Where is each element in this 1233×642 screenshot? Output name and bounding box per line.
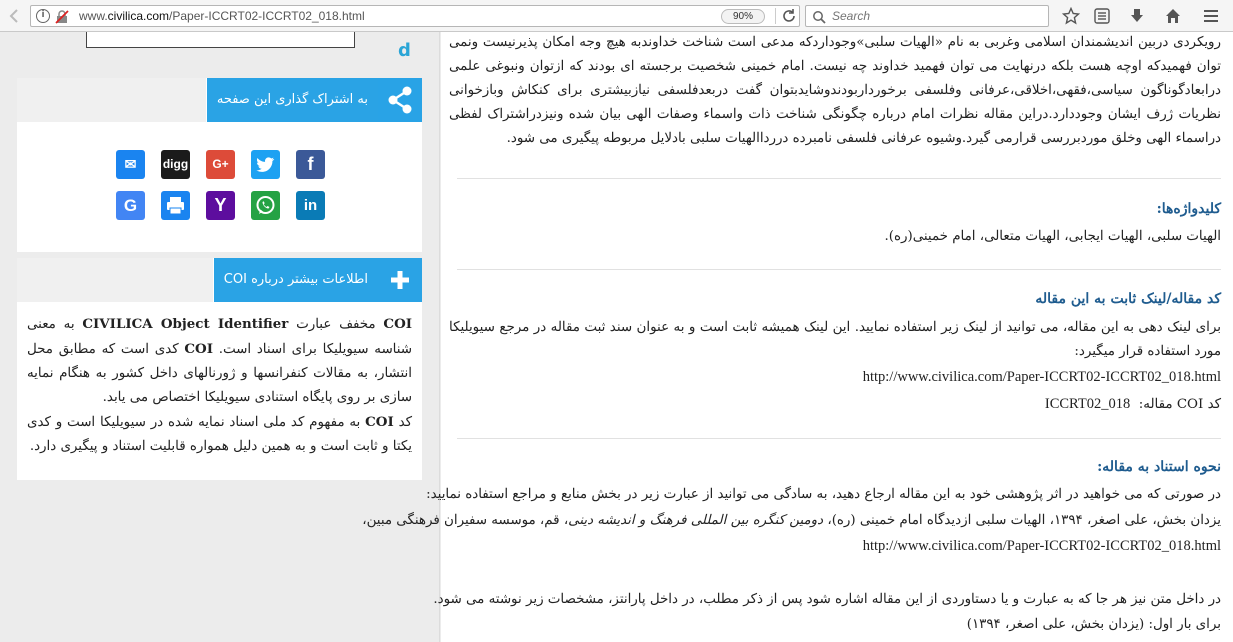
menu-icon[interactable] [1202,7,1220,25]
whatsapp-share-icon[interactable] [251,191,280,220]
coi-info-panel: اطلاعات بیشتر درباره COI COI مخفف عبارت … [17,258,422,480]
reading-list-icon[interactable] [1093,7,1111,25]
permalink-heading: کد مقاله/لینک ثابت به این مقاله [1035,291,1221,307]
search-bar[interactable] [805,5,1049,27]
share-panel-title: به اشتراک گذاری این صفحه [205,78,378,122]
email-share-icon[interactable]: ✉ [116,150,145,179]
permalink-url[interactable]: http://www.civilica.com/Paper-ICCRT02-IC… [863,369,1221,386]
urlbar-divider [775,8,776,24]
linkedin-share-icon[interactable]: in [296,191,325,220]
coi-description: COI مخفف عبارت CIVILICA Object Identifie… [27,316,412,454]
url-text[interactable]: www.civilica.com/Paper-ICCRT02-ICCRT02_0… [79,9,365,23]
intext-citation-description: در داخل متن نیز هر جا که به عبارت و یا د… [433,592,1221,607]
section-divider [457,178,1221,179]
back-arrow-icon[interactable] [6,7,24,25]
coi-panel-header: اطلاعات بیشتر درباره COI [17,258,422,302]
address-bar[interactable]: i www.civilica.com/Paper-ICCRT02-ICCRT02… [30,5,800,27]
google-share-icon[interactable]: G [116,191,145,220]
facebook-share-icon[interactable]: f [296,150,325,179]
reload-icon[interactable] [781,8,797,24]
page-viewport: d به اشتراک گذاری این صفحه ✉ digg G+ f G [0,32,1233,642]
citation-reference: یزدان بخش، علی اصغر، ۱۳۹۴، الهیات سلبی ا… [362,513,1221,528]
citation-url[interactable]: http://www.civilica.com/Paper-ICCRT02-IC… [863,538,1221,555]
sidebar-top-box [86,32,355,48]
first-time-citation: برای بار اول: (یزدان بخش، علی اصغر، ۱۳۹۴… [966,617,1221,632]
print-icon[interactable] [161,191,190,220]
permalink-description: برای لینک دهی به این مقاله، می توانید از… [449,320,1221,359]
citation-heading: نحوه استناد به مقاله: [1097,459,1221,475]
coi-code-line: کد COI مقاله: ICCRT02_018 [1044,396,1221,412]
yahoo-share-icon[interactable]: Y [206,191,235,220]
coi-panel-title: اطلاعات بیشتر درباره COI [212,258,378,302]
twitter-share-icon[interactable] [251,150,280,179]
share-panel: به اشتراک گذاری این صفحه ✉ digg G+ f G Y… [17,78,422,252]
home-icon[interactable] [1164,7,1182,25]
bookmark-star-icon[interactable] [1061,6,1081,25]
google-plus-share-icon[interactable]: G+ [206,150,235,179]
zoom-indicator[interactable]: 90% [721,9,765,24]
keywords-heading: کلیدواژه‌ها: [1156,201,1221,217]
info-icon[interactable]: i [36,9,50,23]
coi-code-value[interactable]: ICCRT02_018 [1045,396,1130,412]
browser-toolbar: i www.civilica.com/Paper-ICCRT02-ICCRT02… [0,0,1233,32]
citation-description: در صورتی که می خواهید در اثر پژوهشی خود … [426,487,1221,502]
share-icon[interactable] [378,78,422,122]
article-main: رویکردی دربین اندیشمندان اسلامی وغربی به… [362,32,1233,642]
digg-share-icon[interactable]: digg [161,150,190,179]
share-panel-header: به اشتراک گذاری این صفحه [17,78,422,122]
search-input[interactable] [832,8,1042,24]
section-divider [457,438,1221,439]
section-divider [457,269,1221,270]
keywords-text: الهیات سلبی، الهیات ایجابی، الهیات متعال… [884,229,1221,244]
sidebar: d به اشتراک گذاری این صفحه ✉ digg G+ f G [0,32,440,642]
insecure-lock-icon[interactable] [55,9,69,24]
downloads-icon[interactable] [1128,7,1146,25]
search-icon [812,9,826,24]
civilica-d-icon[interactable]: d [398,40,414,61]
abstract-text: رویکردی دربین اندیشمندان اسلامی وغربی به… [449,35,1221,146]
plus-icon[interactable] [378,258,422,302]
